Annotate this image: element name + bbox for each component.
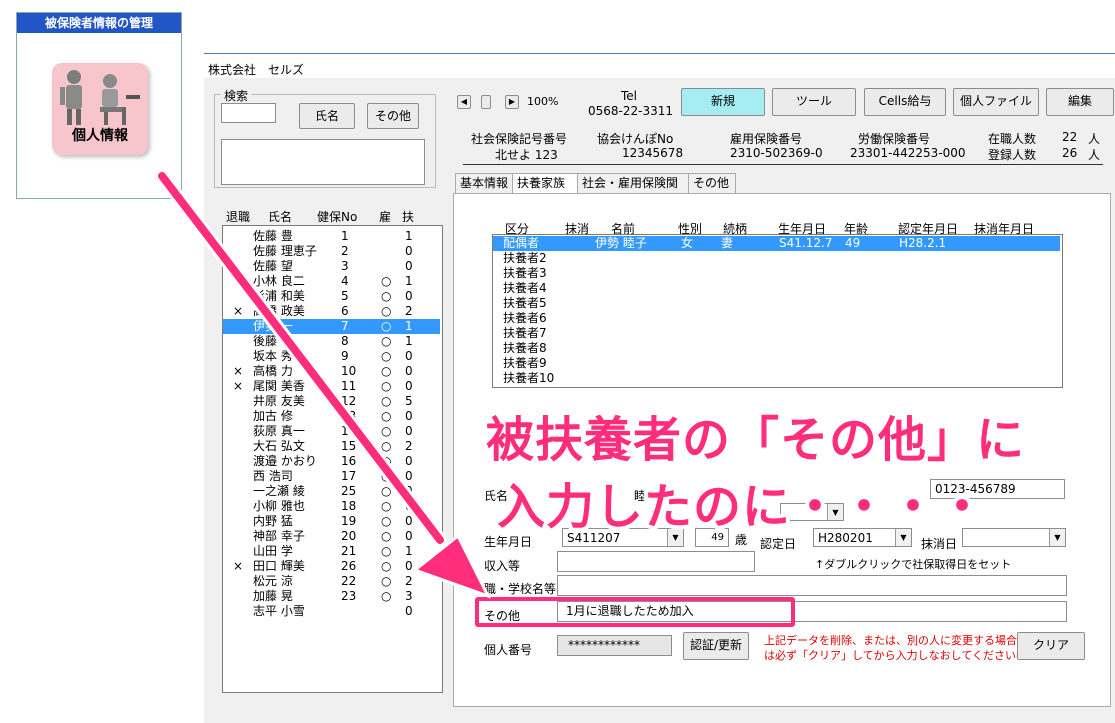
annotation-line-1: 被扶養者の「その他」に — [482, 408, 1028, 472]
annotation-arrow — [155, 169, 492, 599]
annotation-line-2: 入力したのに・・・・ — [493, 475, 990, 539]
